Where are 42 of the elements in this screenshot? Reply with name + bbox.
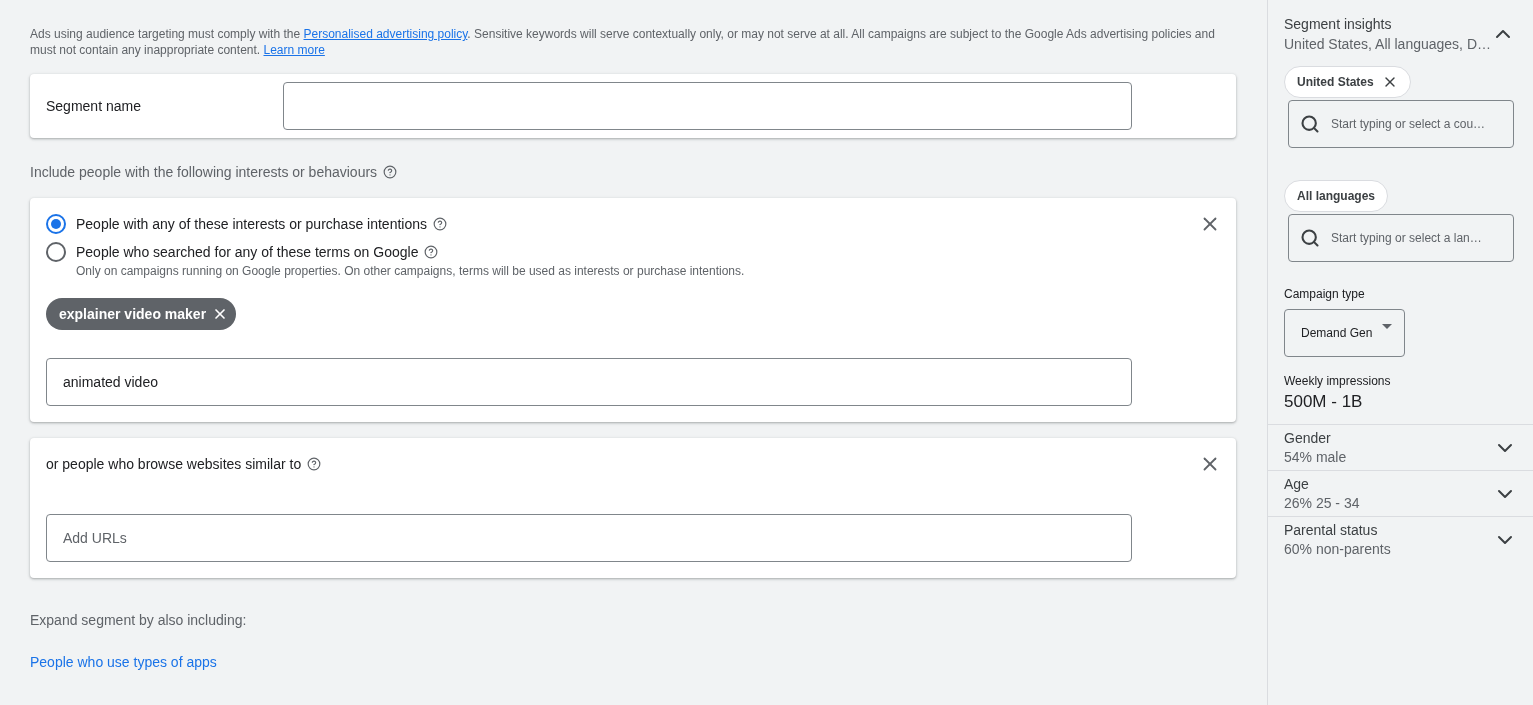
include-label: Include people with the following interests or behaviours	[30, 164, 378, 180]
radio-hint: Only on campaigns running on Google properties. On other campaigns, terms will be used as interests or purchase intentions.	[76, 264, 745, 278]
section-title: Age	[1284, 476, 1310, 492]
search-icon	[1300, 228, 1320, 248]
url-field[interactable]: Add URLs	[46, 514, 1132, 562]
radio-button[interactable]	[46, 214, 66, 234]
language-chip[interactable]: All languages	[1284, 180, 1389, 212]
help-icon[interactable]	[383, 165, 398, 179]
websites-label: or people who browse websites similar to	[46, 456, 302, 472]
section-value: 54% male	[1284, 449, 1347, 465]
learn-more-link[interactable]: Learn more	[263, 43, 325, 57]
campaign-type-dropdown[interactable]: Demand Gen	[1284, 309, 1406, 357]
policy-notice: Ads using audience targeting must comply with the Personalised advertising policy. Sensitive keywords will serve contextually only, or may not serve at all. All campaigns are subject to the Google Ads advertising policies and must not contain any inappropriate content. Learn more	[30, 26, 1216, 58]
radio-label: People who searched for any of these terms on Google	[76, 244, 419, 260]
section-title: Gender	[1284, 430, 1332, 446]
insights-title: Segment insights	[1284, 16, 1393, 32]
section-title: Parental status	[1284, 522, 1379, 538]
caret-icon	[1382, 324, 1393, 329]
segment-name-field[interactable]	[283, 82, 1132, 130]
insight-section[interactable]: Gender 54% male	[1268, 424, 1533, 470]
keyword-chip[interactable]: explainer video maker	[46, 298, 237, 330]
section-value: 26% 25 - 34	[1284, 495, 1360, 511]
search-icon	[1300, 114, 1320, 134]
insight-section[interactable]: Age 26% 25 - 34	[1268, 470, 1533, 516]
expand-label: Expand segment by also including:	[30, 612, 248, 628]
location-search-field[interactable]: Start typing or select a cou…	[1288, 100, 1514, 148]
radio-button[interactable]	[46, 242, 66, 262]
help-icon[interactable]	[433, 217, 447, 231]
impressions-label: Weekly impressions	[1284, 374, 1392, 388]
insights-summary: United States, All languages, D…	[1284, 36, 1491, 52]
segment-name-label: Segment name	[46, 98, 142, 114]
help-icon[interactable]	[307, 457, 322, 471]
keyword-field[interactable]: animated video	[46, 358, 1132, 406]
apps-link[interactable]: People who use types of apps	[30, 654, 217, 670]
radio-label: People with any of these interests or purchase intentions	[76, 216, 427, 232]
language-search-field[interactable]: Start typing or select a lan…	[1288, 214, 1514, 262]
section-value: 60% non-parents	[1284, 541, 1391, 557]
insight-section[interactable]: Parental status 60% non-parents	[1268, 516, 1533, 562]
campaign-type-label: Campaign type	[1284, 287, 1366, 301]
help-icon[interactable]	[424, 245, 439, 259]
location-chip[interactable]: United States	[1284, 66, 1411, 98]
impressions-value: 500M - 1B	[1284, 392, 1364, 412]
